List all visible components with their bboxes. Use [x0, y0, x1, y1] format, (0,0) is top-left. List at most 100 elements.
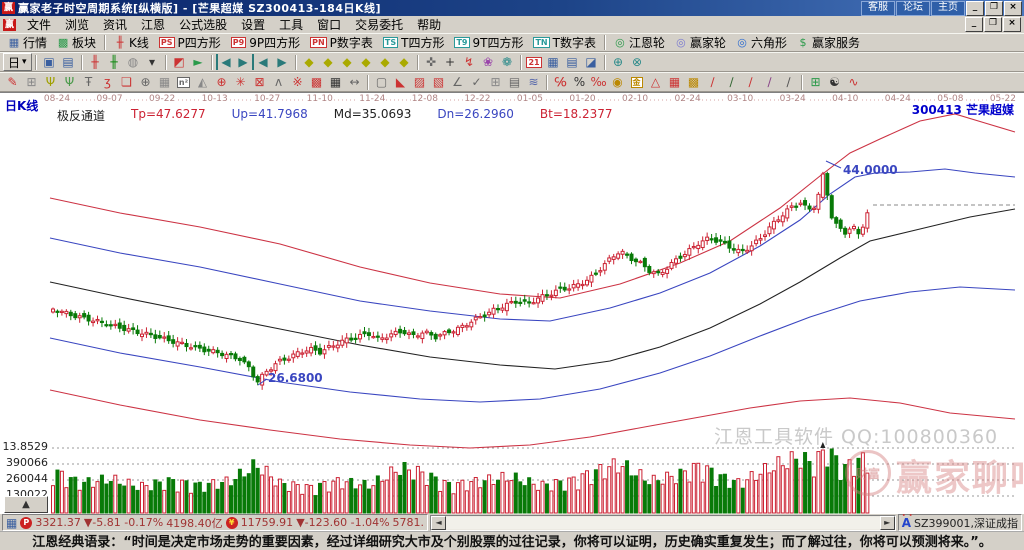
- kline-style-green-icon[interactable]: ╫: [105, 54, 124, 70]
- child-close-button[interactable]: ×: [1003, 17, 1021, 32]
- select-box-icon[interactable]: ▢: [372, 74, 391, 90]
- index-panel[interactable]: ▦ P 3321.37 ▼-5.81 -0.17% 4198.40亿 ¥ 117…: [2, 514, 429, 531]
- span-arrow-icon[interactable]: ↔: [345, 74, 364, 90]
- color-grid-icon[interactable]: ⊞: [806, 74, 825, 90]
- market-quotes-button[interactable]: ▦ 行情: [3, 35, 52, 51]
- kline-style-red-icon[interactable]: ╫: [86, 54, 105, 70]
- check-tool-icon[interactable]: ✓: [467, 74, 486, 90]
- last-page-icon[interactable]: ▶: [235, 54, 254, 70]
- black-grid-icon[interactable]: ▦: [326, 74, 345, 90]
- fill-box-icon[interactable]: ▨: [410, 74, 429, 90]
- play-flag-icon[interactable]: ►: [189, 54, 208, 70]
- grid-hash-icon[interactable]: ⊞: [22, 74, 41, 90]
- child-restore-button[interactable]: ❐: [984, 17, 1002, 32]
- crosshair-icon[interactable]: +: [441, 54, 460, 70]
- n-square-icon[interactable]: n²: [174, 74, 193, 90]
- dropdown-arrow-icon[interactable]: ▾: [143, 54, 162, 70]
- net-download-icon[interactable]: ⊗: [628, 54, 647, 70]
- gann-angle-4-icon[interactable]: ∕: [760, 74, 779, 90]
- menu-文件[interactable]: 文件: [20, 16, 58, 33]
- period-dropdown[interactable]: 日 ▾: [3, 53, 32, 71]
- cone-tool-icon[interactable]: ◭: [193, 74, 212, 90]
- calculator-icon[interactable]: ▦: [544, 54, 563, 70]
- menu-交易委托[interactable]: 交易委托: [348, 16, 410, 33]
- net-sync-icon[interactable]: ⊕: [609, 54, 628, 70]
- menu-浏览[interactable]: 浏览: [58, 16, 96, 33]
- kline-button[interactable]: ╫ K线: [109, 35, 154, 51]
- t-square-tool-icon[interactable]: Ŧ: [79, 74, 98, 90]
- wave-icon[interactable]: ∿: [844, 74, 863, 90]
- angle-tool-icon[interactable]: ∠: [448, 74, 467, 90]
- chart-area[interactable]: 日K线 08-24 09-07 09-22 10-13 10-27 11-10 11-24 1…: [0, 92, 1024, 514]
- prev-bar-icon[interactable]: ◀: [254, 54, 273, 70]
- fan-red-icon[interactable]: ◣: [391, 74, 410, 90]
- quote-panel-icon[interactable]: ▤: [59, 54, 78, 70]
- circle-cross-icon[interactable]: ⊕: [136, 74, 155, 90]
- gann-diamond-4-icon[interactable]: ◆: [357, 54, 376, 70]
- collapse-volume-button[interactable]: ▲: [4, 496, 48, 513]
- waves-icon[interactable]: ≋: [524, 74, 543, 90]
- permille-icon[interactable]: ‰: [589, 74, 608, 90]
- lines-icon[interactable]: ▤: [505, 74, 524, 90]
- spiral-tool-icon[interactable]: ʒ: [98, 74, 117, 90]
- restore-button[interactable]: ❐: [985, 0, 1003, 16]
- t-number-table-button[interactable]: TN T数字表: [528, 35, 601, 51]
- reference-icon[interactable]: ※: [288, 74, 307, 90]
- gann-wheel-button[interactable]: ◎ 江恩轮: [609, 35, 670, 51]
- menu-帮助[interactable]: 帮助: [410, 16, 448, 33]
- gann-diamond-1-icon[interactable]: ◆: [300, 54, 319, 70]
- flag-draw-icon[interactable]: ❏: [117, 74, 136, 90]
- asterisk-tool-icon[interactable]: ✳: [231, 74, 250, 90]
- notepad-icon[interactable]: ▤: [563, 54, 582, 70]
- menu-窗口[interactable]: 窗口: [310, 16, 348, 33]
- fine-grid-icon[interactable]: ▦: [155, 74, 174, 90]
- winner-wheel-button[interactable]: ◎ 赢家轮: [670, 35, 731, 51]
- window-layout-icon[interactable]: ▣: [40, 54, 59, 70]
- box-x-tool-icon[interactable]: ⊠: [250, 74, 269, 90]
- child-minimize-button[interactable]: _: [965, 17, 983, 32]
- gann-tool-purple-icon[interactable]: ❀: [479, 54, 498, 70]
- menu-公式选股[interactable]: 公式选股: [172, 16, 234, 33]
- scroll-left-button[interactable]: ◄: [431, 515, 447, 530]
- gann-diamond-2-icon[interactable]: ◆: [319, 54, 338, 70]
- minimize-button[interactable]: _: [966, 0, 984, 16]
- menu-资讯[interactable]: 资讯: [96, 16, 134, 33]
- menu-工具[interactable]: 工具: [272, 16, 310, 33]
- pen-tool-icon[interactable]: ✎: [3, 74, 22, 90]
- gann-diamond-5-icon[interactable]: ◆: [376, 54, 395, 70]
- angle-v-icon[interactable]: ʌ: [269, 74, 288, 90]
- gann-fan-green-icon[interactable]: Ψ: [60, 74, 79, 90]
- zigzag-tool-icon[interactable]: ↯: [460, 54, 479, 70]
- gann-fan-yellow-icon[interactable]: Ψ: [41, 74, 60, 90]
- red-grid-icon[interactable]: ▩: [307, 74, 326, 90]
- gann-angle-1-icon[interactable]: ∕: [703, 74, 722, 90]
- hexagon-button[interactable]: ◎ 六角形: [731, 35, 792, 51]
- gann-angle-2-icon[interactable]: ∕: [722, 74, 741, 90]
- candle-arrow-icon[interactable]: △: [646, 74, 665, 90]
- gann-angle-3-icon[interactable]: ∕: [741, 74, 760, 90]
- chart-scrollbar[interactable]: ◄ ►: [430, 514, 896, 531]
- 9t-square-button[interactable]: T9 9T四方形: [449, 35, 528, 51]
- target-tool-icon[interactable]: ⊕: [212, 74, 231, 90]
- homepage-link[interactable]: 主页: [931, 0, 965, 16]
- banker-tool-icon[interactable]: ◩: [170, 54, 189, 70]
- calendar-icon[interactable]: 21: [525, 54, 544, 70]
- percent-a-icon[interactable]: ℅: [551, 74, 570, 90]
- gold-grid-icon[interactable]: ▩: [684, 74, 703, 90]
- menu-设置[interactable]: 设置: [234, 16, 272, 33]
- gann-tool-teal-icon[interactable]: ❁: [498, 54, 517, 70]
- percent-icon[interactable]: %: [570, 74, 589, 90]
- support-link[interactable]: 客服: [861, 0, 895, 16]
- price-grid-icon[interactable]: ▦: [665, 74, 684, 90]
- gann-angle-5-icon[interactable]: ∕: [779, 74, 798, 90]
- close-button[interactable]: ×: [1004, 0, 1022, 16]
- fill-box2-icon[interactable]: ▧: [429, 74, 448, 90]
- grid2-icon[interactable]: ⊞: [486, 74, 505, 90]
- forum-link[interactable]: 论坛: [896, 0, 930, 16]
- gold-circle-icon[interactable]: ◉: [608, 74, 627, 90]
- gann-diamond-3-icon[interactable]: ◆: [338, 54, 357, 70]
- first-page-icon[interactable]: ◀: [215, 54, 235, 70]
- gold-section-icon[interactable]: 金: [627, 74, 646, 90]
- yin-yang-icon[interactable]: ☯: [825, 74, 844, 90]
- current-stock-panel[interactable]: A SZ399001,深证成指: [897, 513, 1022, 531]
